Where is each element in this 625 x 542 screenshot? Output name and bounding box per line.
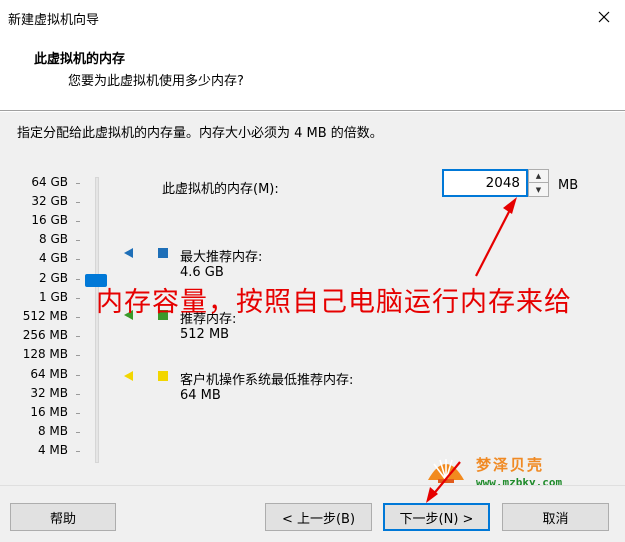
spin-up-button[interactable]: ▲ bbox=[529, 170, 548, 183]
wizard-body: 指定分配给此虚拟机的内存量。内存大小必须为 4 MB 的倍数。 64 GB 32… bbox=[0, 112, 625, 489]
memory-spinner[interactable]: ▲ ▼ bbox=[528, 169, 549, 197]
scale-tick: 16 GB bbox=[0, 213, 80, 227]
yellow-pointer-icon bbox=[124, 371, 133, 381]
legend-value: 512 MB bbox=[180, 327, 230, 342]
close-button[interactable] bbox=[589, 4, 619, 30]
scale-tick: 512 MB bbox=[0, 309, 80, 323]
legend-value: 4.6 GB bbox=[180, 265, 224, 280]
scale-tick: 8 GB bbox=[0, 232, 80, 246]
memory-slider-track[interactable] bbox=[95, 177, 99, 463]
triangle-down-icon: ▼ bbox=[535, 185, 542, 194]
spin-down-button[interactable]: ▼ bbox=[529, 183, 548, 196]
back-button[interactable]: < 上一步(B) bbox=[265, 503, 372, 531]
scale-tick: 1 GB bbox=[0, 290, 80, 304]
instruction-text: 指定分配给此虚拟机的内存量。内存大小必须为 4 MB 的倍数。 bbox=[17, 126, 383, 141]
wizard-footer: 帮助 < 上一步(B) 下一步(N) > 取消 bbox=[0, 485, 625, 542]
scale-tick: 64 GB bbox=[0, 175, 80, 189]
scale-tick: 256 MB bbox=[0, 328, 80, 342]
shell-logo-icon bbox=[428, 459, 464, 483]
scale-tick: 64 MB bbox=[0, 367, 80, 381]
memory-unit: MB bbox=[558, 178, 579, 193]
scale-tick: 4 GB bbox=[0, 251, 80, 265]
scale-tick: 2 GB bbox=[0, 271, 80, 285]
yellow-square-icon bbox=[158, 371, 168, 381]
window-title: 新建虚拟机向导 bbox=[8, 13, 100, 28]
blue-pointer-icon bbox=[124, 248, 133, 258]
close-icon bbox=[598, 11, 610, 23]
title-bar: 新建虚拟机向导 bbox=[0, 0, 625, 34]
blue-square-icon bbox=[158, 248, 168, 258]
watermark-brand: 梦泽贝壳 bbox=[476, 456, 545, 474]
cancel-button[interactable]: 取消 bbox=[502, 503, 609, 531]
legend-label: 最大推荐内存: bbox=[180, 250, 263, 265]
scale-tick: 8 MB bbox=[0, 424, 80, 438]
legend-label: 客户机操作系统最低推荐内存: bbox=[180, 373, 354, 388]
red-annotation-text: 内存容量，按照自己电脑运行内存来给 bbox=[96, 287, 572, 318]
scale-tick: 16 MB bbox=[0, 405, 80, 419]
page-title: 此虚拟机的内存 bbox=[34, 52, 126, 67]
help-button[interactable]: 帮助 bbox=[10, 503, 116, 531]
scale-tick: 128 MB bbox=[0, 347, 80, 361]
scale-tick: 32 MB bbox=[0, 386, 80, 400]
memory-input[interactable]: 2048 bbox=[442, 169, 528, 197]
scale-tick: 32 GB bbox=[0, 194, 80, 208]
legend-value: 64 MB bbox=[180, 388, 221, 403]
page-subtitle: 您要为此虚拟机使用多少内存? bbox=[68, 74, 244, 89]
wizard-header: 此虚拟机的内存 您要为此虚拟机使用多少内存? bbox=[0, 34, 625, 111]
next-button[interactable]: 下一步(N) > bbox=[383, 503, 490, 531]
scale-tick: 4 MB bbox=[0, 443, 80, 457]
memory-label: 此虚拟机的内存(M): bbox=[162, 182, 279, 197]
triangle-up-icon: ▲ bbox=[535, 172, 542, 180]
